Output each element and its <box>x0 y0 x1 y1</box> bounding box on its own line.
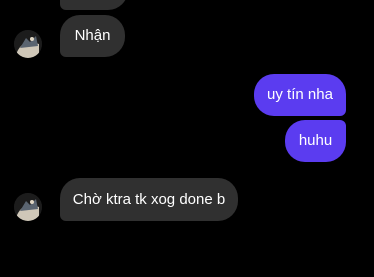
message-text: huhu <box>298 132 333 149</box>
message-text: uy tín nha <box>267 86 333 103</box>
message-bubble-incoming[interactable]: Chờ ktra tk xog done b <box>60 178 238 221</box>
avatar-image <box>14 193 42 221</box>
contact-avatar-icon[interactable] <box>14 193 42 221</box>
contact-avatar-icon[interactable] <box>14 30 42 58</box>
message-bubble-outgoing[interactable]: uy tín nha <box>254 74 346 116</box>
message-text: Chờ ktra tk xog done b <box>72 190 226 208</box>
crying-face-emoji-icon: 😭😭 <box>252 233 341 277</box>
emoji-message[interactable]: 😭😭 <box>252 235 341 275</box>
avatar-image <box>14 30 42 58</box>
message-bubble-incoming-cutoff[interactable] <box>60 0 128 10</box>
message-bubble-incoming[interactable]: Nhận <box>60 15 125 57</box>
message-text: Nhận <box>74 27 111 44</box>
message-bubble-outgoing[interactable]: huhu <box>285 120 346 162</box>
